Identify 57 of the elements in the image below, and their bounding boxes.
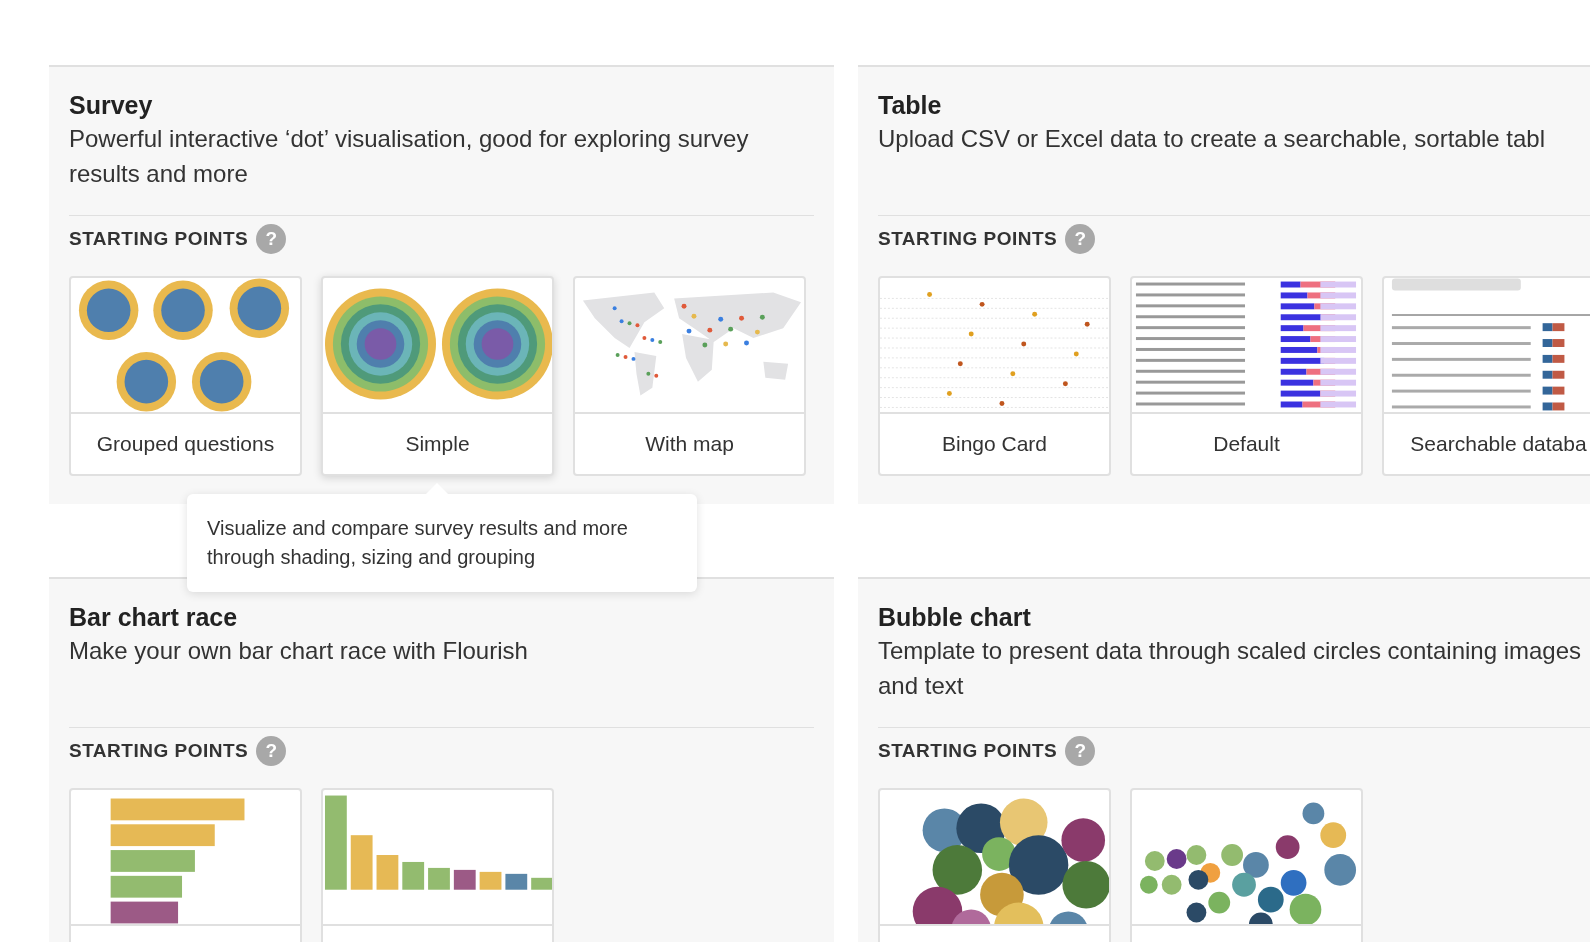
starting-points-heading: STARTING POINTS <box>69 740 249 762</box>
bubble <box>1208 891 1231 914</box>
template-card[interactable] <box>69 788 302 942</box>
section-title: Table <box>878 90 943 121</box>
bubble <box>1232 872 1256 897</box>
bubble <box>1166 849 1187 869</box>
section-title: Bar chart race <box>69 602 239 633</box>
bar <box>428 867 450 890</box>
template-card[interactable]: Searchable databa <box>1382 276 1590 476</box>
bubble <box>1320 822 1347 849</box>
bar <box>505 873 528 890</box>
bubble <box>1243 852 1269 878</box>
template-card[interactable]: Default <box>1130 276 1363 476</box>
template-card[interactable] <box>878 788 1111 942</box>
bar <box>402 861 425 890</box>
bubble <box>1275 835 1300 859</box>
section-description: Make your own bar chart race with Flourish <box>69 636 529 666</box>
starting-points-heading: STARTING POINTS <box>878 740 1058 762</box>
card-label: Simple <box>405 432 470 456</box>
section-title: Bubble chart <box>878 602 1032 633</box>
bar <box>479 871 502 890</box>
bar <box>376 855 399 890</box>
bubble <box>1280 869 1307 896</box>
bubble <box>1221 844 1244 866</box>
bubble <box>1061 818 1106 862</box>
section-description: Template to present data through scaled circles containing images and text <box>878 636 1583 701</box>
card-label: Grouped questions <box>96 432 275 456</box>
template-card[interactable]: Simple <box>321 276 554 476</box>
bar <box>453 869 476 890</box>
template-card[interactable]: With map <box>573 276 806 476</box>
bar <box>350 835 373 890</box>
card-label: Default <box>1213 432 1280 456</box>
card-label: With map <box>645 432 734 456</box>
bar <box>110 901 179 924</box>
section-title: Survey <box>69 90 154 121</box>
template-card[interactable] <box>1130 788 1363 942</box>
bubble <box>1186 845 1207 865</box>
tooltip-text: Visualize and compare survey results and more through shading, sizing and grouping <box>207 516 629 570</box>
section-description: Upload CSV or Excel data to create a searchable, sortable tabl <box>878 124 1547 154</box>
bubble <box>1062 860 1109 909</box>
bubble <box>1161 874 1182 895</box>
bar <box>531 877 552 890</box>
starting-points-heading: STARTING POINTS <box>878 228 1058 250</box>
bubble <box>1324 854 1357 886</box>
bubble <box>1302 802 1325 825</box>
card-label: Searchable databa <box>1410 432 1587 456</box>
card-label: Bingo Card <box>941 432 1048 456</box>
bubble <box>1188 869 1209 890</box>
template-card[interactable]: Grouped questions <box>69 276 302 476</box>
bubble <box>1186 902 1207 923</box>
section-description: Powerful interactive ‘dot’ visualisation, good for exploring survey results and more <box>69 124 750 189</box>
bubble <box>1144 851 1165 871</box>
starting-points-heading: STARTING POINTS <box>69 228 249 250</box>
bubble <box>1139 875 1158 894</box>
bubble <box>1289 893 1322 924</box>
template-card[interactable]: Bingo Card <box>878 276 1111 476</box>
bubble <box>1048 911 1089 924</box>
